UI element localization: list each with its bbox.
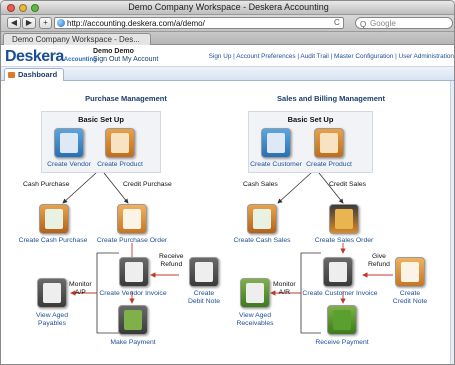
create-purchase-order-link[interactable]: Create Purchase Order	[92, 237, 172, 245]
right-scroll-edge[interactable]	[450, 81, 454, 364]
create-vendor-invoice-link[interactable]: Create Vendor Invoice	[93, 290, 173, 298]
create-customer-icon[interactable]	[261, 128, 291, 158]
address-bar[interactable]: http://accounting.deskera.com/a/demo/	[54, 17, 344, 29]
page-tab-bar: Dashboard	[1, 67, 454, 81]
cash-purchase-label: Cash Purchase	[23, 181, 70, 188]
purchase-setup-title: Basic Set Up	[78, 115, 124, 124]
user-links[interactable]: Sign Out My Account	[93, 56, 158, 63]
reload-button[interactable]: C	[334, 18, 340, 27]
tab-dashboard[interactable]: Dashboard	[4, 68, 65, 81]
receive-payment-icon[interactable]	[327, 305, 357, 335]
sales-setup-title: Basic Set Up	[287, 115, 334, 124]
monitor-ap-label: Monitor A/P	[69, 281, 92, 296]
create-product-link[interactable]: Create Product	[80, 161, 160, 169]
receive-payment-link[interactable]: Receive Payment	[302, 339, 382, 347]
give-refund-label: Give Refund	[368, 253, 390, 268]
create-credit-note-link[interactable]: Create Credit Note	[370, 290, 450, 305]
tab-dashboard-label: Dashboard	[18, 70, 58, 79]
window-title: Demo Company Workspace - Deskera Account…	[128, 2, 329, 12]
globe-icon	[57, 19, 65, 27]
address-text: http://accounting.deskera.com/a/demo/	[67, 19, 205, 28]
make-payment-link[interactable]: Make Payment	[93, 339, 173, 347]
make-payment-icon[interactable]	[118, 305, 148, 335]
title-bar: Demo Company Workspace - Deskera Account…	[1, 1, 454, 15]
logo-text: Deskera	[5, 48, 64, 65]
dashboard-content: Purchase Management Basic Set Up Create …	[1, 81, 454, 364]
create-purchase-order-icon[interactable]	[117, 204, 147, 234]
search-icon: Q	[360, 20, 367, 29]
user-info: Demo Demo Sign Out My Account	[93, 48, 158, 64]
receive-refund-label: Receive Refund	[159, 253, 184, 268]
create-vendor-icon[interactable]	[54, 128, 84, 158]
home-icon	[8, 72, 15, 78]
view-aged-receivables-link[interactable]: View Aged Receivables	[215, 312, 295, 327]
back-button[interactable]: ◀	[7, 17, 21, 29]
header-links[interactable]: Sign Up | Account Preferences | Audit Tr…	[209, 53, 454, 60]
create-customer-invoice-icon[interactable]	[323, 257, 353, 287]
credit-purchase-label: Credit Purchase	[123, 181, 172, 188]
browser-toolbar: ◀ ▶ + http://accounting.deskera.com/a/de…	[1, 15, 454, 32]
create-cash-sales-icon[interactable]	[247, 204, 277, 234]
cash-sales-label: Cash Sales	[243, 181, 278, 188]
app-header: DeskeraAccounting Demo Demo Sign Out My …	[1, 45, 454, 67]
browser-tab[interactable]: Demo Company Workspace - Des...	[3, 33, 151, 45]
add-bookmark-button[interactable]: +	[39, 17, 52, 29]
create-debit-note-link[interactable]: Create Debit Note	[164, 290, 244, 305]
logo-subtext: Accounting	[63, 57, 97, 63]
app-logo[interactable]: DeskeraAccounting	[5, 48, 97, 66]
sales-section-title: Sales and Billing Management	[277, 94, 385, 103]
purchase-section-title: Purchase Management	[85, 94, 167, 103]
search-input[interactable]: Q Google	[355, 17, 453, 29]
view-aged-payables-link[interactable]: View Aged Payables	[12, 312, 92, 327]
browser-window: Demo Company Workspace - Deskera Account…	[0, 0, 455, 365]
create-debit-note-icon[interactable]	[189, 257, 219, 287]
create-cash-purchase-link[interactable]: Create Cash Purchase	[13, 237, 93, 245]
view-aged-receivables-icon[interactable]	[240, 278, 270, 308]
forward-button[interactable]: ▶	[22, 17, 36, 29]
view-aged-payables-icon[interactable]	[37, 278, 67, 308]
user-name: Demo Demo	[93, 48, 134, 55]
browser-tab-bar: Demo Company Workspace - Des...	[1, 32, 454, 45]
create-sales-order-icon[interactable]	[329, 204, 359, 234]
create-credit-note-icon[interactable]	[395, 257, 425, 287]
credit-sales-label: Credit Sales	[329, 181, 367, 188]
create-product-sales-link[interactable]: Create Product	[289, 161, 369, 169]
monitor-ar-label: Monitor A/R	[273, 281, 296, 296]
search-placeholder: Google	[370, 19, 396, 28]
create-vendor-invoice-icon[interactable]	[119, 257, 149, 287]
create-product-icon[interactable]	[105, 128, 135, 158]
create-sales-order-link[interactable]: Create Sales Order	[304, 237, 384, 245]
create-cash-purchase-icon[interactable]	[39, 204, 69, 234]
create-product-sales-icon[interactable]	[314, 128, 344, 158]
create-cash-sales-link[interactable]: Create Cash Sales	[222, 237, 302, 245]
